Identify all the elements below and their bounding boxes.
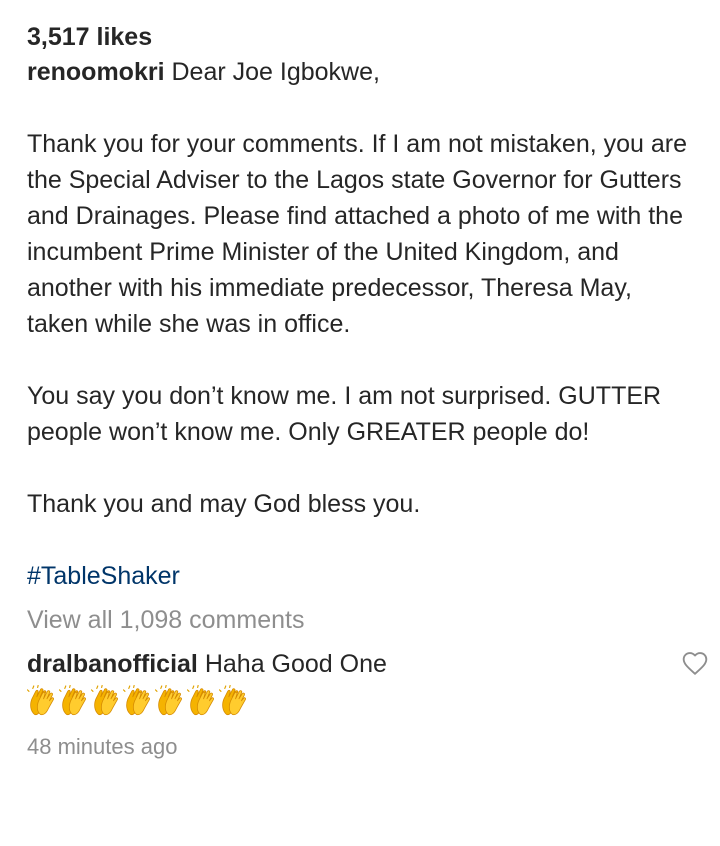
likes-count[interactable]: 3,517 likes: [27, 20, 697, 54]
comment-timestamp: 48 minutes ago: [27, 734, 178, 759]
comment-item: dralbanofficial Haha Good One: [27, 646, 708, 718]
post-caption-section: 3,517 likes renoomokri Dear Joe Igbokwe,…: [27, 20, 708, 762]
clapping-hands-icon: [219, 685, 246, 716]
post-caption: renoomokri Dear Joe Igbokwe, Thank you f…: [27, 54, 697, 522]
clapping-hands-icon: [123, 685, 150, 716]
caption-first-line: renoomokri Dear Joe Igbokwe,: [27, 54, 697, 90]
comment-body: dralbanofficial Haha Good One: [27, 646, 697, 682]
caption-greeting: Dear Joe Igbokwe,: [171, 58, 380, 86]
comment-text: Haha Good One: [204, 650, 387, 678]
caption-paragraph: You say you don’t know me. I am not surp…: [27, 382, 662, 446]
caption-paragraph: Thank you and may God bless you.: [27, 490, 421, 518]
caption-paragraph: Thank you for your comments. If I am not…: [27, 130, 687, 338]
post-author-username[interactable]: renoomokri: [27, 58, 165, 86]
heart-outline-icon[interactable]: [681, 650, 709, 676]
clapping-hands-icon: [27, 685, 54, 716]
hashtag-link[interactable]: #TableShaker: [27, 558, 697, 594]
clapping-hands-icon: [91, 685, 118, 716]
comment-author-username[interactable]: dralbanofficial: [27, 650, 198, 678]
view-all-comments-link[interactable]: View all 1,098 comments: [27, 602, 697, 638]
comment-emoji-row: [27, 684, 697, 718]
clapping-hands-icon: [59, 685, 86, 716]
clapping-hands-icon: [187, 685, 214, 716]
clapping-hands-icon: [155, 685, 182, 716]
